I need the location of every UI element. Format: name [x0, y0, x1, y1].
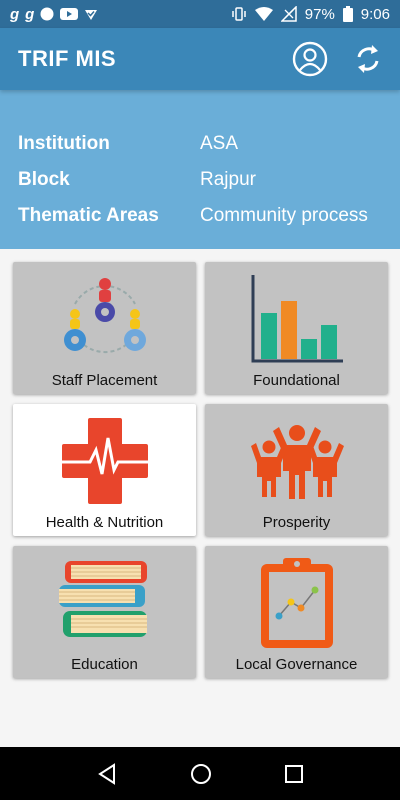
clock: 9:06: [360, 5, 390, 23]
books-icon: [58, 561, 147, 637]
info-label: Institution: [18, 133, 110, 154]
info-value: Community process: [200, 205, 368, 226]
system-nav-bar: [0, 747, 400, 800]
app-actions: [292, 41, 382, 77]
tile-staff-placement[interactable]: Staff Placement: [13, 262, 196, 394]
info-label: Thematic Areas: [18, 205, 159, 226]
wifi-icon: [254, 7, 273, 21]
app-title: TRIF MIS: [18, 46, 117, 71]
status-system: 97% 9:06: [231, 6, 390, 23]
tile-prosperity[interactable]: Prosperity: [205, 404, 388, 536]
sync-icon[interactable]: [354, 43, 382, 75]
tile-label: Prosperity: [262, 514, 331, 531]
signal-icon: [280, 6, 297, 22]
tile-label: Staff Placement: [51, 372, 158, 389]
medical-cross-icon: [59, 418, 150, 504]
status-notifications: g g: [10, 6, 98, 23]
info-value: Rajpur: [200, 169, 256, 190]
back-icon[interactable]: [96, 762, 118, 785]
people-celebrating-icon: [250, 425, 344, 499]
home-icon[interactable]: [190, 763, 212, 785]
tile-health-nutrition[interactable]: Health & Nutrition: [13, 404, 196, 536]
info-value: ASA: [200, 133, 239, 154]
clipboard-chart-icon: [260, 558, 333, 648]
battery-icon: [342, 6, 353, 22]
app-bar: TRIF MIS: [0, 28, 400, 90]
tile-label: Foundational: [253, 372, 340, 389]
tile-label: Education: [71, 656, 138, 673]
profile-icon[interactable]: [292, 41, 328, 77]
check-icon: [85, 10, 98, 20]
tile-education[interactable]: Education: [13, 546, 196, 678]
module-grid: Staff Placement Foundational Health & Nu…: [0, 249, 400, 678]
status-bar: g g 97% 9:06: [0, 0, 400, 28]
recents-icon[interactable]: [284, 764, 304, 784]
youtube-icon: [60, 8, 79, 20]
g-icon: g: [10, 5, 20, 23]
tile-foundational[interactable]: Foundational: [205, 262, 388, 394]
info-panel: Institution ASA Block Rajpur Thematic Ar…: [0, 90, 400, 249]
info-row-thematic-areas: Thematic Areas Community process: [18, 198, 382, 234]
circle-icon: [40, 7, 54, 21]
battery-level: 97%: [304, 5, 335, 23]
vibrate-icon: [232, 7, 246, 21]
bar-chart-icon: [251, 275, 343, 363]
info-row-institution: Institution ASA: [18, 126, 382, 162]
info-row-block: Block Rajpur: [18, 162, 382, 198]
g-icon: g: [25, 5, 35, 23]
tile-label: Local Governance: [235, 656, 358, 673]
tile-label: Health & Nutrition: [45, 514, 164, 531]
info-label: Block: [18, 169, 70, 190]
team-gears-icon: [63, 278, 146, 354]
tile-local-governance[interactable]: Local Governance: [205, 546, 388, 678]
